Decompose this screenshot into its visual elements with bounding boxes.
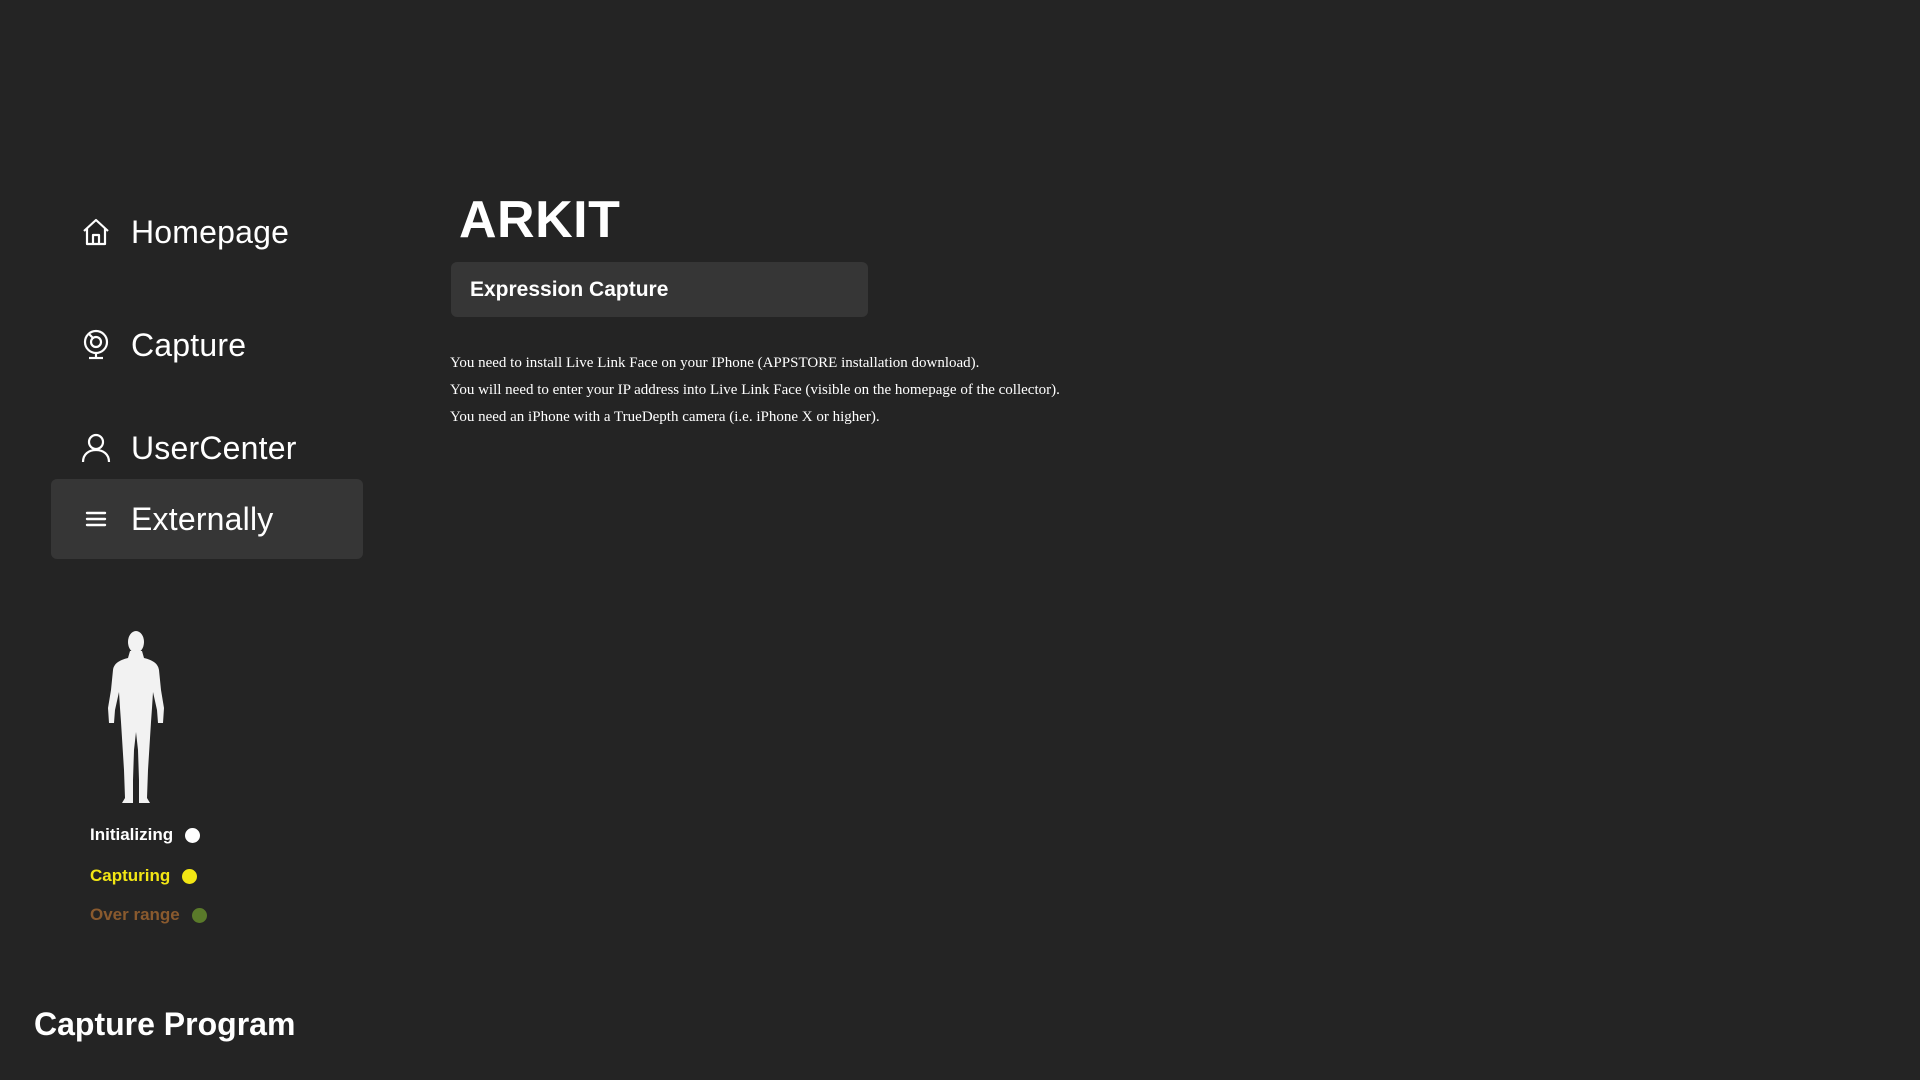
menu-icon (79, 502, 113, 536)
instruction-line: You need to install Live Link Face on yo… (450, 355, 980, 371)
status-label: Initializing (90, 825, 174, 844)
sidebar-item-capture[interactable]: Capture (51, 305, 363, 385)
page-title: ARKIT (459, 191, 621, 249)
human-body-icon (104, 630, 168, 805)
home-icon (79, 215, 113, 249)
status-initializing: Initializing (90, 823, 201, 847)
user-icon (79, 431, 113, 465)
app-window: Homepage Capture UserCenter Externally I… (0, 0, 1920, 1080)
status-dot-yellow (182, 868, 198, 884)
sidebar: Homepage Capture UserCenter Externally I… (0, 0, 400, 1080)
tab-expression-capture[interactable]: Expression Capture (451, 262, 868, 317)
sidebar-item-label: Capture (131, 326, 247, 363)
instruction-line: You will need to enter your IP address i… (450, 382, 1060, 398)
sidebar-item-label: Externally (131, 500, 274, 537)
sidebar-item-label: Homepage (131, 213, 290, 250)
capture-icon (79, 328, 113, 362)
status-label: Over range (90, 905, 180, 924)
status-dot-green (191, 907, 207, 923)
status-capturing: Capturing (90, 864, 198, 888)
status-label: Capturing (90, 866, 171, 885)
status-dot-white (185, 827, 201, 843)
instruction-line: You need an iPhone with a TrueDepth came… (450, 409, 880, 425)
instructions: You need to install Live Link Face on yo… (450, 350, 1060, 431)
sidebar-item-label: UserCenter (131, 429, 297, 466)
sidebar-item-usercenter[interactable]: UserCenter (51, 408, 363, 488)
sidebar-item-homepage[interactable]: Homepage (51, 192, 363, 272)
status-over-range: Over range (90, 903, 207, 927)
tab-label: Expression Capture (470, 277, 669, 301)
program-title: Capture Program (34, 1006, 296, 1042)
sidebar-item-externally[interactable]: Externally (51, 479, 363, 559)
